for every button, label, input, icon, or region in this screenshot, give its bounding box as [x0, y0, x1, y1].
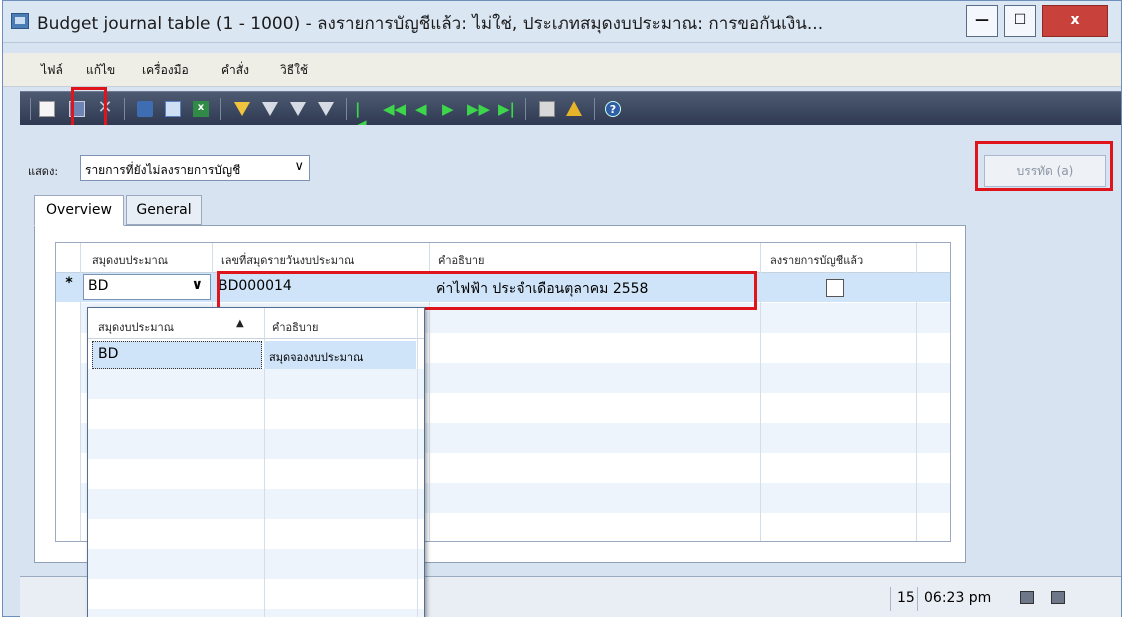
menu-file[interactable]: ไฟล์	[41, 61, 63, 80]
chevron-down-icon: ∨	[294, 159, 304, 174]
menu-help[interactable]: วิธีใช้	[280, 61, 308, 80]
show-filter-label: แสดง:	[28, 165, 59, 178]
app-window: Budget journal table (1 - 1000) - ลงรายก…	[2, 0, 1122, 617]
previous-record-icon[interactable]: ◀	[415, 101, 431, 117]
toolbar-separator	[525, 98, 526, 120]
document-handling-icon[interactable]	[539, 101, 555, 117]
new-row-marker: *	[65, 275, 73, 291]
remove-filter-icon[interactable]	[318, 102, 334, 116]
advanced-filter-icon[interactable]	[290, 102, 306, 116]
close-button[interactable]: x	[1042, 5, 1108, 37]
posted-checkbox[interactable]	[826, 279, 844, 297]
minimize-button[interactable]: —	[966, 5, 998, 37]
sort-ascending-icon[interactable]: ▲	[236, 318, 244, 329]
title-bar[interactable]: Budget journal table (1 - 1000) - ลงรายก…	[3, 1, 1121, 43]
grid-header: สมุดงบประมาณ เลขที่สมุดรายวันงบประมาณ คำ…	[56, 243, 950, 273]
column-header-journal-number[interactable]: เลขที่สมุดรายวันงบประมาณ	[221, 251, 354, 269]
print-icon[interactable]	[137, 101, 153, 117]
app-icon	[11, 13, 29, 29]
first-record-icon[interactable]: |◀	[355, 101, 371, 133]
lookup-row-empty	[88, 429, 424, 459]
maximize-button[interactable]: ☐	[1004, 5, 1036, 37]
column-header-posted[interactable]: ลงรายการบัญชีแล้ว	[770, 251, 863, 269]
database-icon[interactable]	[1051, 591, 1065, 604]
toolbar: ✕ x |◀ ◀◀ ◀ ▶ ▶▶ ▶| ?	[20, 91, 1121, 133]
column-header-description[interactable]: คำอธิบาย	[438, 251, 484, 269]
toolbar-separator	[594, 98, 595, 120]
new-doc-icon[interactable]	[39, 101, 55, 117]
next-record-icon[interactable]: ▶	[442, 101, 458, 117]
budget-model-cell[interactable]: BD ∨	[83, 274, 211, 300]
lookup-row-empty	[88, 489, 424, 519]
budget-model-value: BD	[88, 278, 109, 294]
alert-icon[interactable]	[566, 101, 582, 116]
toolbar-separator	[220, 98, 221, 120]
help-icon[interactable]: ?	[605, 101, 621, 117]
row-highlight-box	[217, 271, 757, 310]
filter-by-field-icon[interactable]	[234, 102, 250, 116]
show-filter-select[interactable]: รายการที่ยังไม่ลงรายการบัญชี ∨	[80, 155, 310, 181]
chevron-down-icon[interactable]: ∨	[192, 277, 203, 293]
tab-general[interactable]: General	[126, 195, 202, 225]
budget-model-lookup: สมุดงบประมาณ ▲ คำอธิบาย BD สมุดจองงบประม…	[87, 307, 425, 617]
filter-by-selection-icon[interactable]	[262, 102, 278, 116]
lookup-row-empty	[88, 549, 424, 579]
show-filter-value: รายการที่ยังไม่ลงรายการบัญชี	[85, 163, 241, 177]
toolbar-separator	[346, 98, 347, 120]
export-excel-icon[interactable]: x	[193, 101, 209, 117]
lookup-column-description[interactable]: คำอธิบาย	[272, 318, 318, 336]
lookup-row-empty	[88, 369, 424, 399]
toolbar-separator	[30, 98, 31, 120]
window-title: Budget journal table (1 - 1000) - ลงรายก…	[37, 14, 824, 34]
lookup-item-code[interactable]: BD	[92, 341, 262, 369]
previous-page-icon[interactable]: ◀◀	[383, 101, 406, 117]
menu-edit[interactable]: แก้ไข	[86, 61, 115, 80]
company-icon[interactable]	[1020, 591, 1034, 604]
lines-highlight-box	[975, 141, 1113, 191]
next-page-icon[interactable]: ▶▶	[467, 101, 490, 117]
column-header-budget-model[interactable]: สมุดงบประมาณ	[92, 251, 168, 269]
tab-overview[interactable]: Overview	[34, 195, 124, 226]
toolbar-separator	[124, 98, 125, 120]
menu-bar: ไฟล์ แก้ไข เครื่องมือ คำสั่ง วิธีใช้	[3, 53, 1121, 87]
menu-tools[interactable]: เครื่องมือ	[142, 61, 189, 80]
lookup-row-empty	[88, 609, 424, 617]
lookup-header: สมุดงบประมาณ ▲ คำอธิบาย	[88, 308, 424, 339]
lookup-column-line	[417, 308, 418, 617]
status-time: 06:23 pm	[917, 587, 997, 611]
lookup-column-budget-model[interactable]: สมุดงบประมาณ	[98, 318, 174, 336]
menu-command[interactable]: คำสั่ง	[221, 61, 249, 80]
lookup-item-description[interactable]: สมุดจองงบประมาณ	[264, 341, 416, 369]
last-record-icon[interactable]: ▶|	[498, 101, 515, 117]
print-preview-icon[interactable]	[165, 101, 181, 117]
